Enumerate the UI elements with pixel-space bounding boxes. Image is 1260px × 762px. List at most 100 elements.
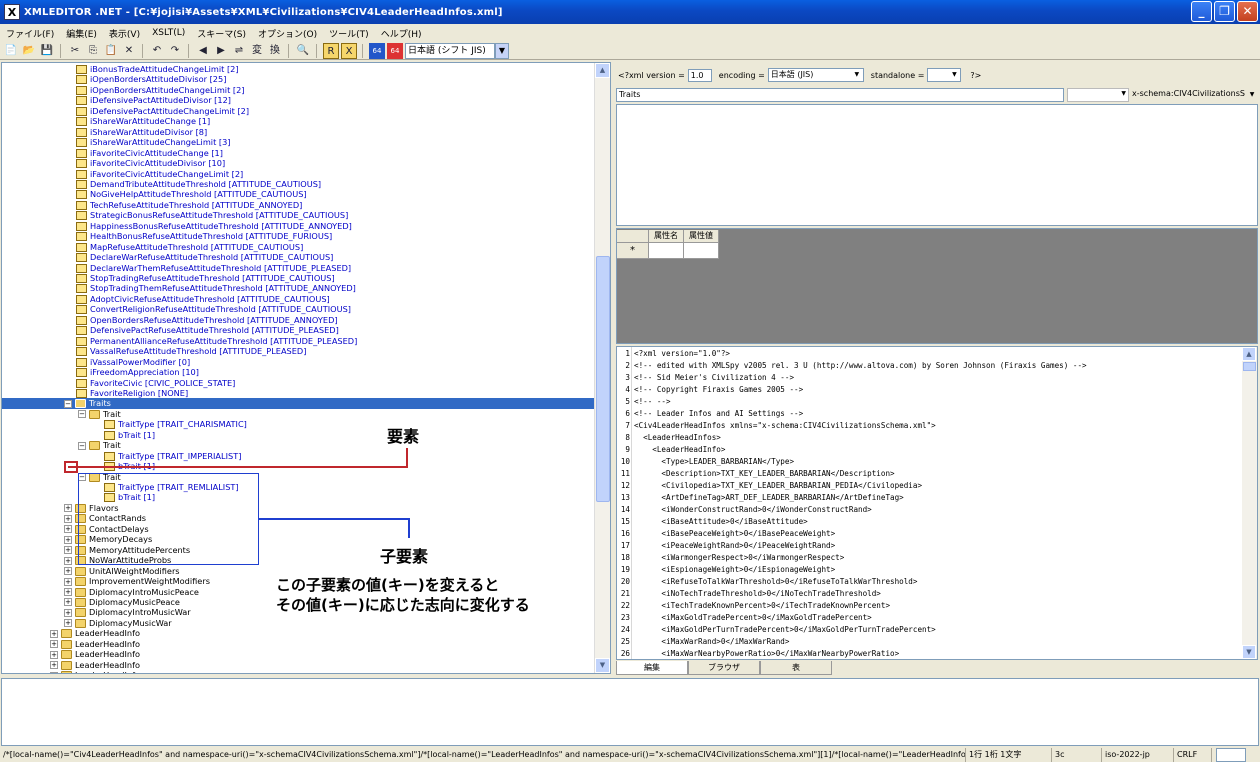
tree-node[interactable]: + UnitAIWeightModifiers (64, 566, 180, 577)
xml-version-input[interactable]: 1.0 (687, 68, 712, 82)
tree-leaf[interactable]: iShareWarAttitudeChange [1] (76, 116, 210, 127)
tree-leaf[interactable]: HealthBonusRefuseAttitudeThreshold [ATTI… (76, 231, 332, 242)
menu-xslt[interactable]: XSLT(L) (152, 28, 185, 38)
tab-table[interactable]: 表 (760, 661, 832, 675)
tree-leaf[interactable]: StrategicBonusRefuseAttitudeThreshold [A… (76, 210, 348, 221)
collapse-icon[interactable]: − (64, 399, 72, 408)
binoculars-icon[interactable]: 🔍 (295, 43, 311, 59)
scroll-up-icon[interactable]: ▲ (1242, 347, 1256, 361)
tree-leaf[interactable]: iOpenBordersAttitudeChangeLimit [2] (76, 85, 245, 96)
close-button[interactable]: ✕ (1237, 1, 1258, 22)
tree-node[interactable]: + DiplomacyMusicWar (64, 618, 172, 629)
scroll-down-icon[interactable]: ▼ (1242, 645, 1256, 659)
tree-leaf[interactable]: AdoptCivicRefuseAttitudeThreshold [ATTIT… (76, 294, 330, 305)
expand-icon[interactable]: + (64, 556, 72, 565)
attr-name-cell[interactable] (649, 243, 684, 259)
output-panel[interactable] (1, 678, 1259, 746)
tree-node[interactable]: + DiplomacyIntroMusicWar (64, 607, 191, 618)
tree-leaf[interactable]: TraitType [TRAIT_CHARISMATIC] (104, 419, 247, 430)
expand-icon[interactable]: + (64, 504, 72, 513)
tree-node[interactable]: + LeaderHeadInfo (50, 628, 140, 639)
expand-icon[interactable]: + (50, 671, 58, 673)
maximize-button[interactable]: ❐ (1214, 1, 1235, 22)
standalone-select[interactable]: ▼ (927, 68, 962, 82)
attribute-new-row[interactable]: * (617, 243, 719, 259)
cut-icon[interactable]: ✂ (67, 43, 83, 59)
tree-leaf[interactable]: TraitType [TRAIT_IMPERIALIST] (104, 451, 241, 462)
expand-icon[interactable]: + (64, 608, 72, 617)
element-text-editor[interactable] (616, 104, 1258, 226)
tree-leaf[interactable]: StopTradingRefuseAttitudeThreshold [ATTI… (76, 273, 335, 284)
tab-browser[interactable]: ブラウザ (688, 661, 760, 675)
new-file-icon[interactable]: 📄 (3, 43, 19, 59)
tree-leaf[interactable]: iFavoriteCivicAttitudeChange [1] (76, 148, 223, 159)
tree-leaf[interactable]: OpenBordersRefuseAttitudeThreshold [ATTI… (76, 315, 338, 326)
tree-leaf[interactable]: iDefensivePactAttitudeChangeLimit [2] (76, 106, 249, 117)
find-next-icon[interactable]: ▶ (213, 43, 229, 59)
tree-node[interactable]: + ImprovementWeightModifiers (64, 576, 210, 587)
r-tool-icon[interactable]: R (323, 42, 339, 59)
decode-64-icon[interactable]: 64 (387, 42, 403, 59)
expand-icon[interactable]: + (64, 588, 72, 596)
expand-icon[interactable]: + (50, 629, 58, 638)
tree-leaf[interactable]: iShareWarAttitudeDivisor [8] (76, 127, 207, 138)
attr-value-cell[interactable] (684, 243, 719, 259)
attribute-grid[interactable]: 属性名 属性値 * (616, 228, 1258, 344)
delete-icon[interactable]: ✕ (121, 43, 137, 59)
tree-leaf[interactable]: iShareWarAttitudeChangeLimit [3] (76, 137, 231, 148)
chevron-down-icon[interactable]: ▼ (1246, 88, 1258, 102)
replace-icon[interactable]: ⇌ (231, 43, 247, 59)
tree-node[interactable]: − Trait (78, 409, 121, 420)
copy-icon[interactable]: ⎘ (85, 43, 101, 59)
tree-leaf[interactable]: MapRefuseAttitudeThreshold [ATTITUDE_CAU… (76, 242, 303, 253)
tree-leaf[interactable]: PermanentAllianceRefuseAttitudeThreshold… (76, 336, 357, 347)
tree-leaf[interactable]: DeclareWarRefuseAttitudeThreshold [ATTIT… (76, 252, 333, 263)
minimize-button[interactable]: _ (1191, 1, 1212, 22)
tree-node[interactable]: − Traits (2, 398, 596, 409)
source-code-view[interactable]: 1 <?xml version="1.0"?> 2 <!-- edited with … (616, 346, 1258, 660)
open-folder-icon[interactable]: 📂 (21, 43, 37, 59)
menu-schema[interactable]: スキーマ(S) (197, 27, 246, 40)
tree-leaf[interactable]: NoGiveHelpAttitudeThreshold [ATTITUDE_CA… (76, 189, 307, 200)
chevron-down-icon[interactable]: ▼ (495, 42, 509, 59)
tree-leaf[interactable]: iFavoriteCivicAttitudeDivisor [10] (76, 158, 225, 169)
tree-node[interactable]: + LeaderHeadInfo (50, 649, 140, 660)
tree-leaf[interactable]: StopTradingThemRefuseAttitudeThreshold [… (76, 283, 356, 294)
tree-view[interactable]: iBonusTradeAttitudeChangeLimit [2] iOpenB… (1, 62, 611, 674)
tree-node[interactable]: − Trait (78, 440, 121, 451)
expand-icon[interactable]: + (50, 661, 58, 670)
tree-node[interactable]: + LeaderHeadInfo (50, 660, 140, 671)
tree-leaf[interactable]: iFavoriteCivicAttitudeChangeLimit [2] (76, 169, 243, 180)
menu-edit[interactable]: 編集(E) (66, 27, 97, 40)
language-select[interactable]: 日本語 (シフト JIS) (405, 42, 495, 59)
tree-leaf[interactable]: ConvertReligionRefuseAttitudeThreshold [… (76, 304, 351, 315)
menu-options[interactable]: オプション(O) (258, 27, 317, 40)
expand-icon[interactable]: + (64, 514, 72, 523)
encoding-select[interactable]: 日本語 (JIS) ▼ (767, 68, 864, 82)
tree-leaf[interactable]: DefensivePactRefuseAttitudeThreshold [AT… (76, 325, 339, 336)
paste-icon[interactable]: 📋 (103, 43, 119, 59)
scroll-thumb[interactable] (1243, 362, 1256, 371)
tree-leaf[interactable]: TechRefuseAttitudeThreshold [ATTITUDE_AN… (76, 200, 302, 211)
tree-node[interactable]: + DiplomacyIntroMusicPeace (64, 587, 199, 598)
save-icon[interactable]: 💾 (39, 43, 55, 59)
expand-icon[interactable]: + (64, 525, 72, 534)
tree-leaf[interactable]: iFreedomAppreciation [10] (76, 367, 199, 378)
x-tool-icon[interactable]: X (341, 42, 357, 59)
expand-icon[interactable]: + (64, 598, 72, 607)
tree-leaf[interactable]: FavoriteCivic [CIVIC_POLICE_STATE] (76, 378, 235, 389)
encode-64-icon[interactable]: 64 (369, 42, 385, 59)
expand-icon[interactable]: + (64, 546, 72, 555)
tree-node[interactable]: + DiplomacyMusicPeace (64, 597, 180, 608)
transform-icon[interactable]: 換 (267, 43, 283, 59)
find-prev-icon[interactable]: ◀ (195, 43, 211, 59)
undo-icon[interactable]: ↶ (149, 43, 165, 59)
collapse-icon[interactable]: − (78, 441, 86, 450)
expand-icon[interactable]: + (50, 650, 58, 659)
tree-node[interactable]: + LeaderHeadInfo (50, 670, 140, 673)
namespace-select[interactable]: ▼ (1067, 88, 1129, 102)
scroll-thumb[interactable] (596, 256, 610, 502)
tree-leaf[interactable]: DeclareWarThemRefuseAttitudeThreshold [A… (76, 263, 351, 274)
menu-help[interactable]: ヘルプ(H) (381, 27, 422, 40)
scroll-down-icon[interactable]: ▼ (595, 658, 610, 673)
